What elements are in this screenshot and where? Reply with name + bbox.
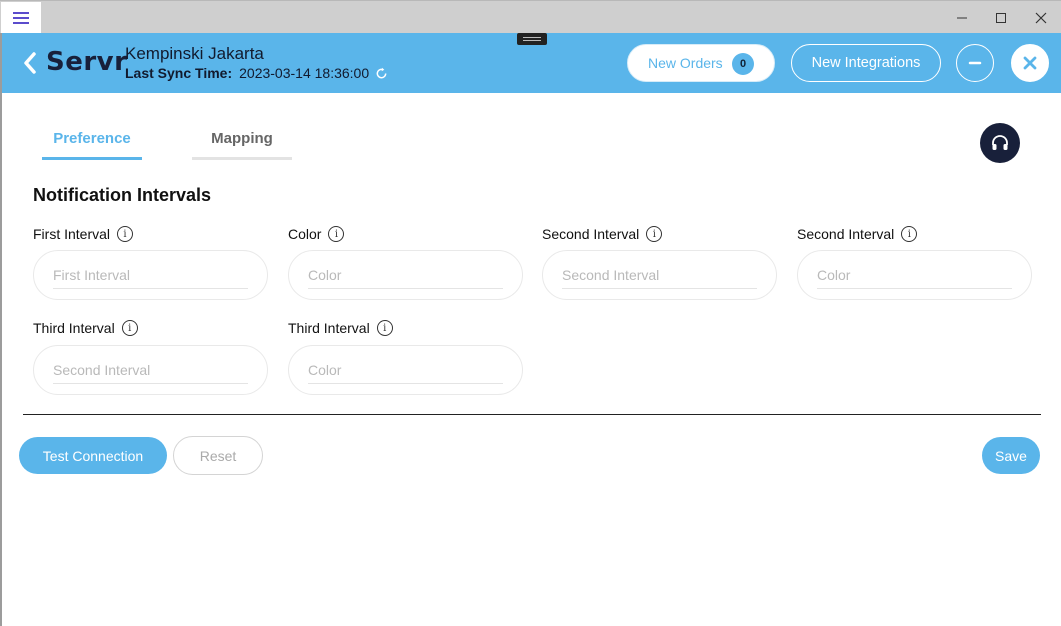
- second-color-field: [797, 250, 1032, 300]
- minus-icon: [968, 61, 982, 65]
- second-interval-input[interactable]: [562, 261, 757, 289]
- last-sync-label: Last Sync Time:: [125, 65, 233, 81]
- third-interval-input[interactable]: [53, 356, 248, 384]
- info-icon[interactable]: i: [117, 226, 134, 242]
- servr-logo: Servr: [46, 47, 128, 77]
- second-interval-color-label: Second Interval i: [797, 226, 918, 242]
- close-icon: [1035, 12, 1047, 23]
- field-label-text: Color: [288, 226, 322, 242]
- close-icon: [1023, 56, 1037, 70]
- first-interval-label: First Interval i: [33, 226, 134, 242]
- chevron-left-icon[interactable]: [20, 51, 40, 75]
- last-sync-value: 2023-03-14 18:36:00: [239, 65, 370, 81]
- first-interval-input[interactable]: [53, 261, 248, 289]
- first-color-input[interactable]: [308, 261, 503, 289]
- info-icon[interactable]: i: [121, 320, 138, 336]
- info-icon[interactable]: i: [376, 320, 393, 336]
- new-orders-button[interactable]: New Orders 0: [627, 44, 775, 82]
- second-interval-field: [542, 250, 777, 300]
- hamburger-icon-line: [13, 22, 29, 24]
- third-color-field: [288, 345, 523, 395]
- close-app-button[interactable]: [1011, 44, 1049, 82]
- new-integrations-button[interactable]: New Integrations: [791, 44, 941, 82]
- window-titlebar: [0, 0, 1061, 34]
- third-interval-field: [33, 345, 268, 395]
- color-label: Color i: [288, 226, 345, 242]
- new-orders-label: New Orders: [648, 55, 723, 71]
- first-color-field: [288, 250, 523, 300]
- third-color-input[interactable]: [308, 356, 503, 384]
- maximize-icon: [996, 12, 1006, 23]
- hamburger-icon-line: [13, 12, 29, 14]
- reset-button[interactable]: Reset: [173, 436, 263, 475]
- window-frame: [0, 33, 2, 626]
- drag-handle[interactable]: [517, 33, 547, 45]
- info-icon[interactable]: i: [328, 226, 345, 242]
- third-interval-label: Third Interval i: [33, 320, 138, 336]
- hotel-name: Kempinski Jakarta: [125, 44, 264, 63]
- section-title: Notification Intervals: [33, 185, 212, 205]
- app-header: Servr Kempinski Jakarta Last Sync Time: …: [2, 33, 1061, 93]
- first-interval-field: [33, 250, 268, 300]
- window-close-button[interactable]: [1021, 1, 1061, 34]
- field-label-text: Third Interval: [288, 320, 370, 336]
- tab-mapping[interactable]: Mapping: [192, 130, 292, 160]
- second-interval-label: Second Interval i: [542, 226, 663, 242]
- info-icon[interactable]: i: [646, 226, 663, 242]
- tab-preference[interactable]: Preference: [42, 130, 142, 160]
- window-minimize-button[interactable]: [942, 1, 982, 34]
- field-label-text: Third Interval: [33, 320, 115, 336]
- field-label-text: Second Interval: [797, 226, 895, 242]
- support-button[interactable]: [980, 123, 1020, 163]
- minimize-icon: [957, 17, 967, 18]
- minimize-app-button[interactable]: [956, 44, 994, 82]
- second-color-input[interactable]: [817, 261, 1012, 289]
- window-maximize-button[interactable]: [981, 1, 1021, 34]
- info-icon[interactable]: i: [901, 226, 918, 242]
- field-label-text: Second Interval: [542, 226, 640, 242]
- test-connection-button[interactable]: Test Connection: [19, 437, 167, 474]
- headset-icon: [992, 135, 1008, 150]
- hamburger-icon-line: [13, 17, 29, 19]
- form-divider: [23, 414, 1041, 415]
- save-button[interactable]: Save: [982, 437, 1040, 474]
- new-orders-count-badge: 0: [732, 53, 754, 75]
- app-menu-button[interactable]: [1, 2, 41, 34]
- last-sync-row: Last Sync Time: 2023-03-14 18:36:00: [125, 65, 388, 81]
- third-interval-color-label: Third Interval i: [288, 320, 393, 336]
- field-label-text: First Interval: [33, 226, 111, 242]
- refresh-icon[interactable]: [375, 67, 388, 80]
